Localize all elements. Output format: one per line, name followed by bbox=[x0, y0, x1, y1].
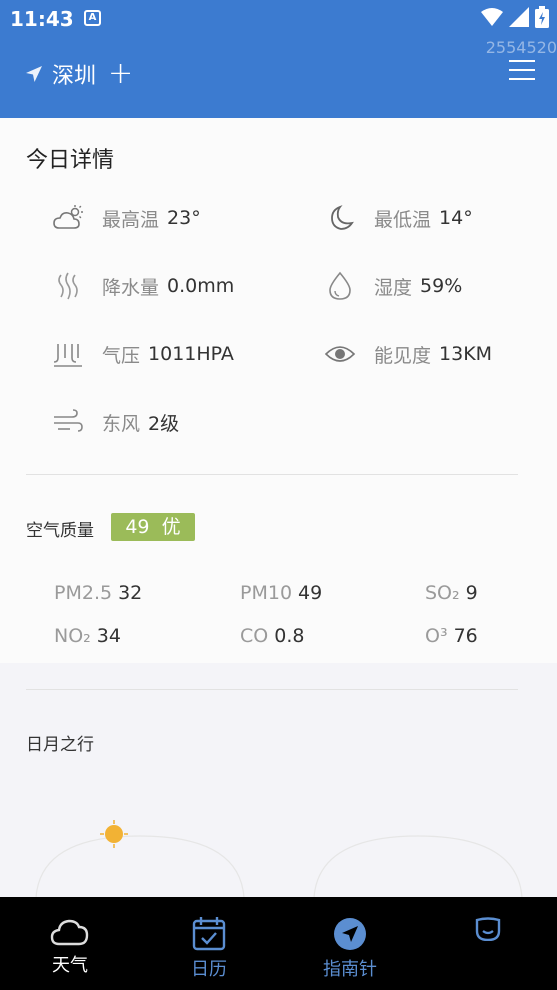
nav-compass-label: 指南针 bbox=[323, 959, 377, 980]
divider bbox=[26, 474, 518, 475]
pollutant-value: 34 bbox=[96, 625, 121, 647]
nav-calendar-label: 日历 bbox=[191, 959, 227, 980]
nav-weather[interactable]: 天气 bbox=[40, 915, 100, 990]
signal-icon bbox=[509, 7, 529, 27]
humidity-drop-icon bbox=[324, 270, 356, 302]
wind-value: 2级 bbox=[148, 412, 180, 435]
location-bar[interactable]: 深圳 + bbox=[24, 58, 133, 90]
wifi-icon bbox=[481, 8, 503, 26]
pollutant-name: PM2.5 bbox=[54, 582, 113, 604]
calendar-icon bbox=[192, 917, 226, 951]
precipitation-value: 0.0mm bbox=[167, 275, 235, 297]
visibility-value: 13KM bbox=[439, 343, 493, 365]
air-quality-title: 空气质量 bbox=[26, 521, 94, 541]
humidity-value: 59% bbox=[420, 275, 463, 297]
rain-icon bbox=[52, 270, 84, 302]
aqi-level: 优 bbox=[161, 516, 181, 538]
pollutant-o3: O³ 76 bbox=[425, 625, 478, 647]
moon-icon bbox=[324, 202, 356, 234]
status-icons bbox=[481, 6, 549, 28]
pollutant-value: 76 bbox=[453, 625, 478, 647]
nav-calendar[interactable]: 日历 bbox=[179, 915, 239, 990]
wind-label: 东风 bbox=[102, 412, 141, 435]
aqi-value: 49 bbox=[125, 516, 150, 538]
sunmoon-title: 日月之行 bbox=[26, 735, 94, 755]
add-city-icon[interactable]: + bbox=[108, 59, 133, 89]
compass-icon bbox=[334, 918, 366, 950]
pressure-icon bbox=[52, 338, 84, 370]
pollutant-name: O³ bbox=[425, 625, 448, 647]
max-temp-value: 23° bbox=[167, 207, 201, 229]
bottom-nav: 天气 日历 指南针 bbox=[0, 897, 557, 990]
pollutant-value: 9 bbox=[465, 582, 478, 604]
pollutant-value: 49 bbox=[298, 582, 323, 604]
min-temp-label: 最低温 bbox=[374, 208, 432, 231]
sun-icon bbox=[100, 820, 128, 848]
notification-icon: A bbox=[84, 10, 101, 26]
detail-humidity: 湿度 59% bbox=[324, 270, 462, 302]
pollutant-value: 32 bbox=[118, 582, 143, 604]
detail-visibility: 能见度 13KM bbox=[324, 338, 492, 370]
pollutant-pm25: PM2.5 32 bbox=[54, 582, 142, 604]
wind-icon bbox=[52, 406, 84, 438]
divider bbox=[26, 689, 518, 690]
min-temp-value: 14° bbox=[439, 207, 473, 229]
pressure-value: 1011HPA bbox=[148, 343, 234, 365]
pollutant-so2: SO₂ 9 bbox=[425, 582, 478, 604]
aqi-badge[interactable]: 49 优 bbox=[111, 513, 195, 541]
humidity-label: 湿度 bbox=[374, 276, 413, 299]
detail-max-temp: 最高温 23° bbox=[52, 202, 201, 234]
detail-precipitation: 降水量 0.0mm bbox=[52, 270, 234, 302]
pollutant-co: CO 0.8 bbox=[240, 625, 304, 647]
visibility-label: 能见度 bbox=[374, 344, 432, 367]
sun-moon-arcs bbox=[35, 820, 523, 897]
today-title: 今日详情 bbox=[26, 148, 115, 173]
watermark-text: 2554520 bbox=[485, 38, 557, 57]
precipitation-label: 降水量 bbox=[102, 276, 160, 299]
pollutant-name: SO₂ bbox=[425, 582, 460, 604]
eye-icon bbox=[324, 338, 356, 370]
cloud-icon bbox=[50, 919, 89, 946]
detail-wind: 东风 2级 bbox=[52, 406, 179, 438]
status-time: 11:43 bbox=[10, 7, 74, 31]
max-temp-label: 最高温 bbox=[102, 208, 160, 231]
nav-weather-label: 天气 bbox=[52, 955, 88, 976]
pollutant-name: NO₂ bbox=[54, 625, 91, 647]
detail-pressure: 气压 1011HPA bbox=[52, 338, 234, 370]
pollutant-name: CO bbox=[240, 625, 269, 647]
app-header: 11:43 A 2554520 深圳 + bbox=[0, 0, 557, 118]
nav-face[interactable] bbox=[468, 917, 508, 990]
nav-compass[interactable]: 指南针 bbox=[310, 917, 390, 990]
battery-icon bbox=[535, 6, 549, 28]
pollutant-name: PM10 bbox=[240, 582, 293, 604]
location-arrow-icon bbox=[26, 66, 42, 82]
main-content: 今日详情 最高温 23° 最低温 14° 降水量 0.0mm 湿度 59% 气压 bbox=[0, 118, 557, 897]
pressure-label: 气压 bbox=[102, 344, 141, 367]
pollutant-no2: NO₂ 34 bbox=[54, 625, 121, 647]
pollutant-pm10: PM10 49 bbox=[240, 582, 322, 604]
face-icon bbox=[475, 917, 501, 941]
detail-min-temp: 最低温 14° bbox=[324, 202, 473, 234]
menu-icon[interactable] bbox=[509, 60, 535, 80]
pollutant-value: 0.8 bbox=[274, 625, 305, 647]
cloud-sun-icon bbox=[52, 202, 84, 234]
city-name[interactable]: 深圳 bbox=[52, 58, 96, 90]
